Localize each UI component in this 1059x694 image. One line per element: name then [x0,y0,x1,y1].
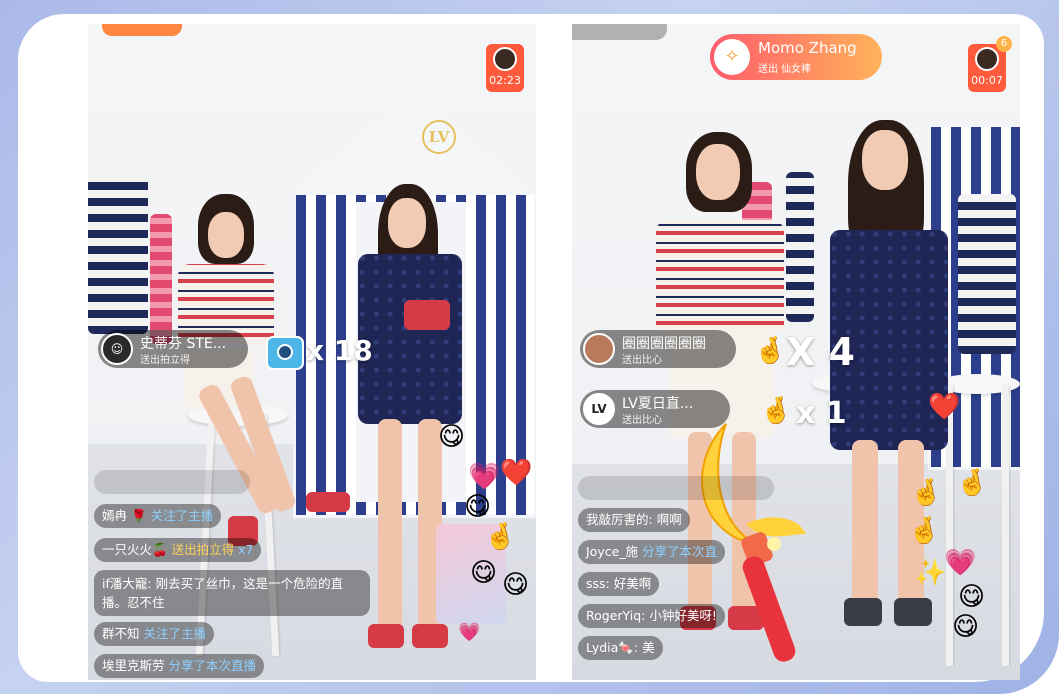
striped-scarf [88,174,148,334]
emoji-icon: 😋 [952,612,980,642]
comment-faded [94,470,250,494]
gift-notification: 圈圈圈圈圈圈 送出比心 [580,330,736,368]
top-gift-banner: ✧ Momo Zhang 送出 仙女棒 [710,34,882,80]
instant-camera-gift-icon [266,336,304,370]
comment-item: 一只火火🍒 送出拍立得 x7 [94,538,262,562]
hand-icon: 🤞 [484,522,517,552]
finger-heart-icon: 🤞 [754,336,787,366]
timer-text: 00:07 [971,74,1003,87]
lv-logo-icon: LV [422,120,456,154]
comment-item: Lydia🍬: 美 [578,636,663,660]
gift-user: 史蒂芬 STE... [140,336,227,352]
emoji-icon: 😋 [502,570,530,600]
gift-notification: ☺ 史蒂芬 STE... 送出拍立得 [98,330,248,368]
comment-item: Joyce_施 分享了本次直 [578,540,726,564]
room-timer[interactable]: 6 00:07 [968,36,1012,92]
comment-faded [578,476,774,500]
heart-icon: ❤️ [500,458,533,488]
comment-item: 埃里克斯劳 分享了本次直播 [94,654,265,678]
gift-action: 送出拍立得 [140,355,190,366]
live-tag [572,24,667,40]
heart-icon: 💗 [944,548,977,578]
room-avatar [975,47,999,71]
navy-scarf [786,172,814,322]
comment-item: RogerYiq: 小钟好美呀! [578,604,725,628]
room-timer[interactable]: 02:23 [486,44,524,92]
live-tag [102,24,182,36]
timer-badge: 6 [996,36,1012,52]
comment-item: sss: 好美啊 [578,572,660,596]
gift-count: x 18 [306,334,373,367]
emoji-icon: 😋 [470,558,498,588]
hand-icon: 🤞 [908,516,941,546]
fairy-wand-icon [701,423,806,662]
heart-icon: 💗 [468,462,501,492]
banner-user: Momo Zhang [758,39,857,57]
gift-count: X 4 [786,330,855,374]
comment-item: 我敲厉害的: 啊啊 [578,508,690,532]
gift-action: 送出比心 [622,415,662,426]
comment-item: 群不知 关注了主播 [94,622,215,646]
star-icon: ✨ [914,558,947,588]
gift-action: 送出比心 [622,355,662,366]
room-avatar [493,47,517,71]
emoji-icon: 😋 [958,582,986,612]
heart-icon: 💗 [458,622,481,643]
gift-user: 圈圈圈圈圈圈 [622,336,706,352]
timer-text: 02:23 [489,74,521,87]
hand-icon: 🤞 [956,468,989,498]
fairy-wand-icon: ✧ [714,39,750,75]
live-stream-left[interactable]: LV 02:23 ☺ 史蒂芬 STE... 送出拍立得 x 18 😋 💗 😋 ❤… [88,24,536,680]
gift-user: LV夏日直... [622,396,694,412]
emoji-icon: 😋 [438,422,466,452]
lv-avatar: LV [583,393,615,425]
live-stream-right[interactable]: ✧ Momo Zhang 送出 仙女棒 6 00:07 圈圈圈圈圈圈 送出比心 … [572,24,1020,680]
user-avatar: ☺ [101,333,133,365]
banner-action: 送出 仙女棒 [758,64,812,75]
heart-icon: ❤️ [928,392,961,422]
comment-item: if潘大寵: 刚去买了丝巾，这是一个危险的直播。忍不住 [94,570,370,616]
emoji-icon: 😋 [464,492,492,522]
hut-roof [293,94,533,194]
user-avatar [583,333,615,365]
hand-icon: 🤞 [910,478,943,508]
comment-item: 嫣冉 🌹 关注了主播 [94,504,222,528]
